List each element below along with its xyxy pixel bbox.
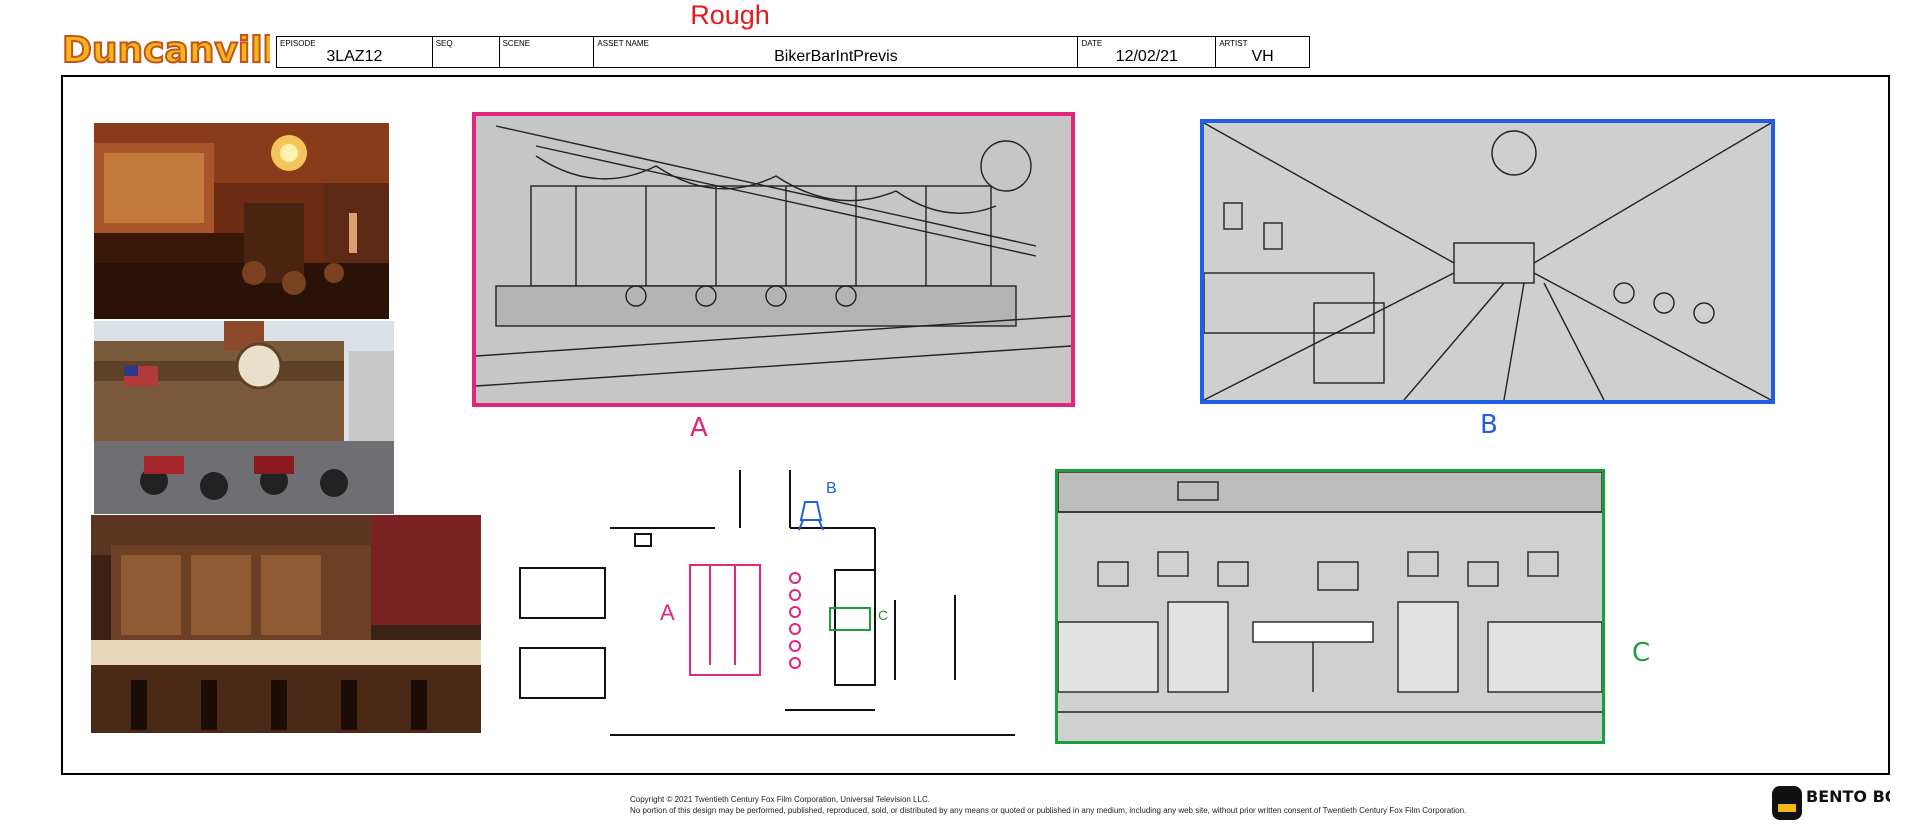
legal-notice-line: No portion of this design may be perform… (630, 806, 1467, 815)
svg-text:Duncanville: Duncanville (62, 30, 270, 71)
floor-plan-label-b: B (826, 480, 837, 497)
date-value: 12/02/21 (1115, 48, 1178, 65)
date-cell: DATE 12/02/21 (1078, 37, 1217, 67)
seq-cell: SEQ (433, 37, 500, 67)
scene-cell: SCENE (500, 37, 595, 67)
panel-b-label: B (1480, 410, 1498, 440)
floor-plan-label-a: A (660, 600, 675, 625)
sketch-panel-c (1055, 469, 1605, 744)
sketch-panel-a (472, 112, 1075, 407)
copyright-notice: Copyright © 2021 Twentieth Century Fox F… (630, 794, 1466, 816)
floor-plan-label-c: C (878, 607, 889, 623)
panel-a-label: A (690, 413, 708, 443)
reference-photo-bar-exterior (94, 321, 394, 514)
episode-cell: EPISODE 3LAZ12 (277, 37, 433, 67)
status-rough-label: Rough (690, 0, 770, 30)
panel-c-label: C (1632, 638, 1651, 668)
sketch-panel-b (1200, 119, 1775, 404)
svg-text:BENTO BOX: BENTO BOX (1806, 787, 1890, 806)
copyright-line: Copyright © 2021 Twentieth Century Fox F… (630, 795, 930, 804)
artist-cell: ARTIST VH (1216, 37, 1309, 67)
bento-box-logo: BENTO BOX (1770, 780, 1911, 826)
asset-name-cell: ASSET NAME BikerBarIntPrevis (594, 37, 1079, 67)
asset-name-value: BikerBarIntPrevis (774, 48, 898, 65)
episode-value: 3LAZ12 (326, 48, 383, 65)
duncanville-logo: Duncanville (60, 22, 300, 72)
floor-plan-sketch (515, 470, 1035, 750)
reference-photo-bar-interior (94, 123, 389, 319)
artist-value: VH (1251, 48, 1274, 65)
slate-info-table: EPISODE 3LAZ12 SEQ SCENE ASSET NAME Bike… (276, 36, 1310, 68)
reference-photo-bar-counter (91, 515, 481, 733)
